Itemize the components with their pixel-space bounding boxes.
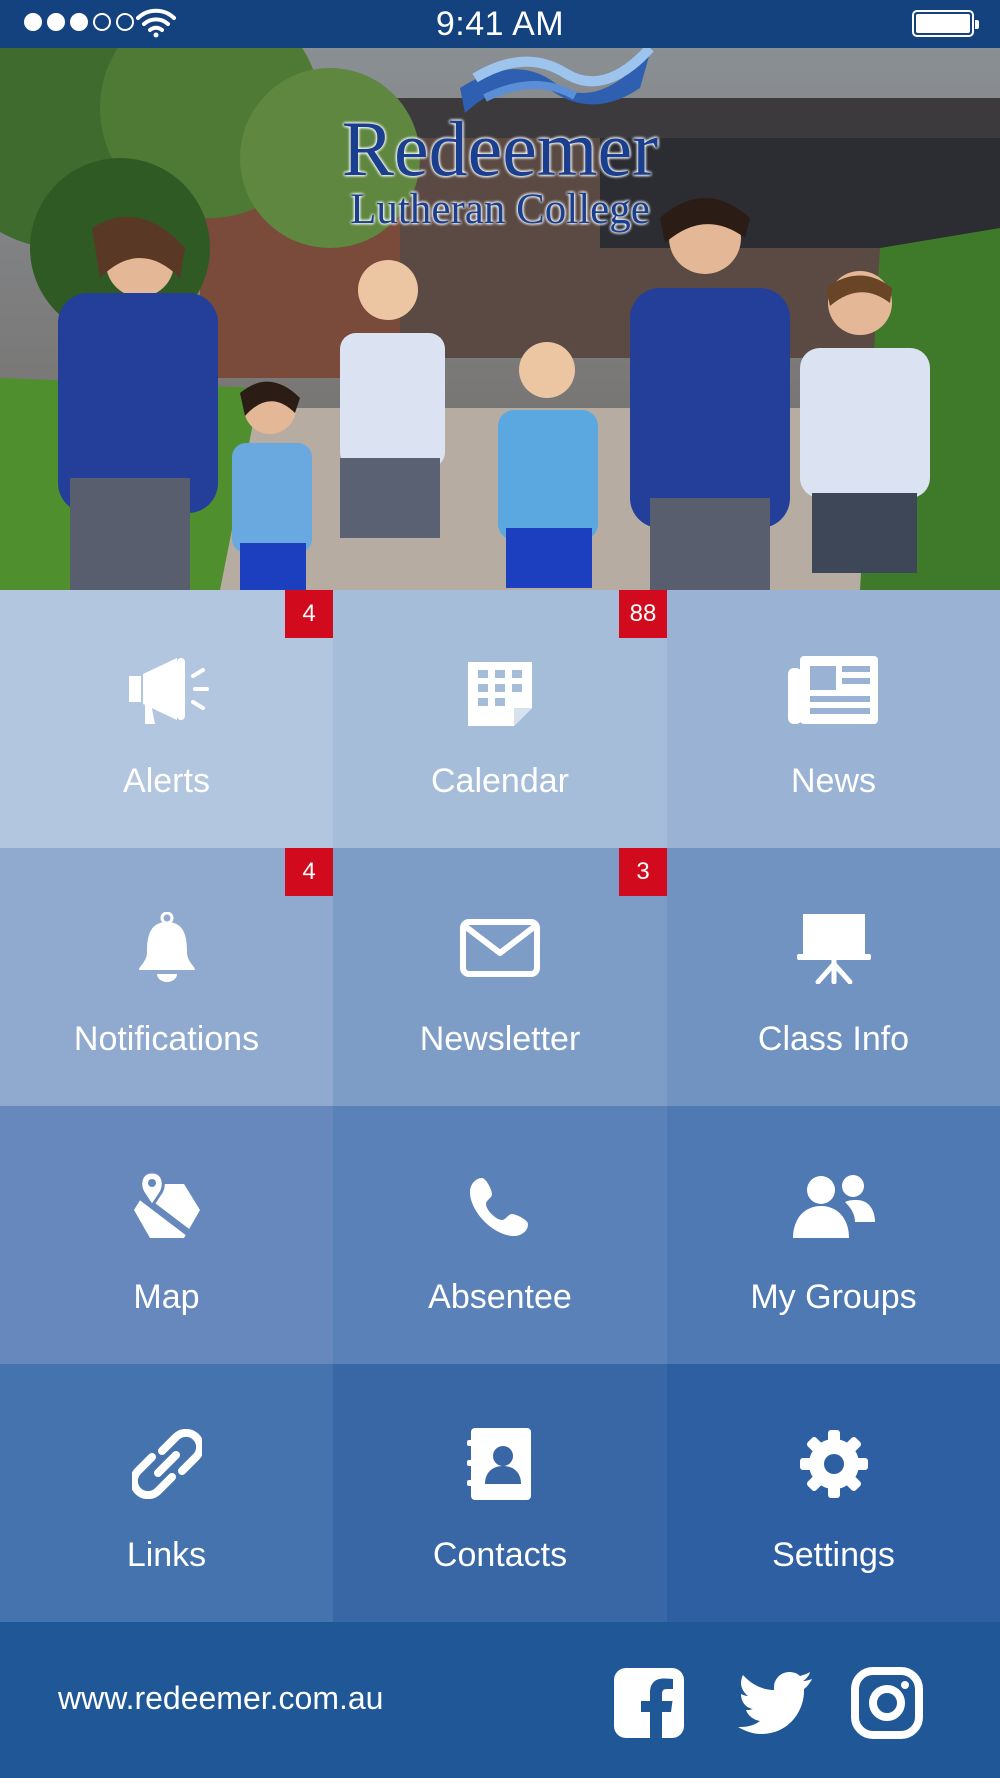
- tile-label: Calendar: [431, 762, 569, 800]
- newspaper-icon: [667, 650, 1000, 730]
- tile-contacts[interactable]: Contacts: [333, 1364, 667, 1622]
- logo-subtitle: Lutheran College: [350, 186, 650, 233]
- tile-label: Alerts: [123, 762, 210, 800]
- gear-icon: [667, 1424, 1000, 1504]
- alerts-count-badge: 4: [285, 590, 333, 638]
- calendar-icon: [333, 650, 667, 730]
- envelope-icon: [333, 908, 667, 988]
- tile-label: Newsletter: [419, 1020, 581, 1058]
- tile-label: Absentee: [428, 1278, 572, 1316]
- tile-map[interactable]: Map: [0, 1106, 333, 1364]
- notifications-count-badge: 4: [285, 848, 333, 896]
- tile-alerts[interactable]: Alerts 4: [0, 590, 333, 848]
- tile-label: Notifications: [73, 1020, 260, 1058]
- status-bar: 9:41 AM: [0, 0, 1000, 48]
- tile-label: Links: [126, 1536, 207, 1574]
- address-book-icon: [333, 1424, 667, 1504]
- tile-notifications[interactable]: Notifications 4: [0, 848, 333, 1106]
- megaphone-icon: [0, 650, 333, 730]
- footer: www.redeemer.com.au: [0, 1622, 1000, 1778]
- tile-label: Class Info: [757, 1020, 910, 1058]
- instagram-icon[interactable]: [850, 1666, 924, 1740]
- battery-icon: [912, 10, 979, 37]
- tile-calendar[interactable]: Calendar 88: [333, 590, 667, 848]
- tile-label: My Groups: [750, 1278, 917, 1316]
- hero-banner: Redeemer Lutheran College: [0, 48, 1000, 590]
- facebook-icon[interactable]: [612, 1666, 686, 1740]
- tile-news[interactable]: News: [667, 590, 1000, 848]
- school-logo: Redeemer Lutheran College: [315, 48, 685, 248]
- menu-grid: Alerts 4 Calendar 88 News Notifications …: [0, 590, 1000, 1622]
- website-link[interactable]: www.redeemer.com.au: [58, 1680, 383, 1717]
- tile-label: Settings: [772, 1536, 895, 1574]
- map-marker-icon: [0, 1166, 333, 1246]
- newsletter-count-badge: 3: [619, 848, 667, 896]
- calendar-count-badge: 88: [619, 590, 667, 638]
- bell-icon: [0, 908, 333, 988]
- presentation-board-icon: [667, 908, 1000, 988]
- tile-label: News: [790, 762, 877, 800]
- twitter-icon[interactable]: [738, 1666, 812, 1740]
- tile-newsletter[interactable]: Newsletter 3: [333, 848, 667, 1106]
- tile-class-info[interactable]: Class Info: [667, 848, 1000, 1106]
- tile-absentee[interactable]: Absentee: [333, 1106, 667, 1364]
- tile-my-groups[interactable]: My Groups: [667, 1106, 1000, 1364]
- tile-label: Map: [133, 1278, 200, 1316]
- tile-links[interactable]: Links: [0, 1364, 333, 1622]
- phone-icon: [333, 1166, 667, 1246]
- status-time: 9:41 AM: [435, 5, 565, 43]
- tile-settings[interactable]: Settings: [667, 1364, 1000, 1622]
- tile-label: Contacts: [432, 1536, 568, 1574]
- logo-name: Redeemer: [341, 105, 659, 192]
- users-icon: [667, 1166, 1000, 1246]
- link-icon: [0, 1424, 333, 1504]
